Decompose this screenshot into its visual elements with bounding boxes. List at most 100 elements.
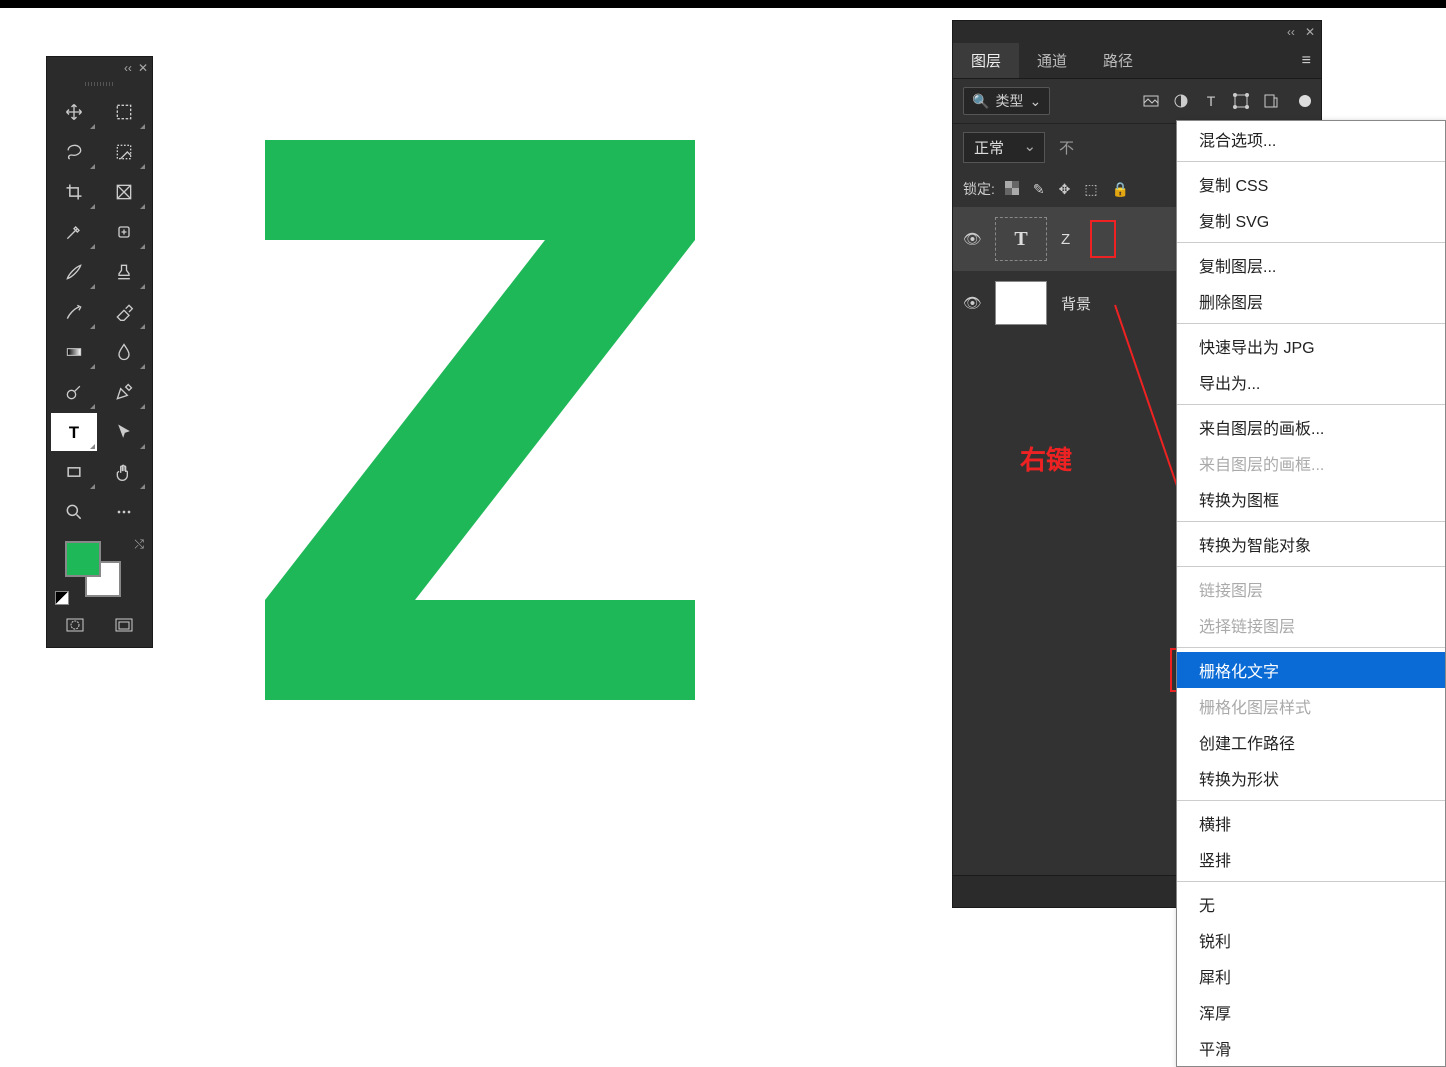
filter-label: 类型: [995, 91, 1023, 111]
layer-name: Z: [1061, 231, 1070, 248]
filter-smart-icon[interactable]: [1263, 93, 1279, 109]
filter-row: 🔍 类型 ⌄ T: [953, 79, 1321, 124]
tab-channels[interactable]: 通道: [1019, 43, 1085, 78]
menu-item[interactable]: 无: [1177, 886, 1445, 922]
type-tool[interactable]: T: [51, 413, 97, 451]
lock-pixels-icon[interactable]: ✎: [1033, 181, 1045, 198]
menu-item[interactable]: 复制图层...: [1177, 247, 1445, 283]
menu-separator: [1177, 161, 1445, 162]
layer-thumb: [995, 281, 1047, 325]
layer-context-menu: 混合选项... 复制 CSS复制 SVG 复制图层...删除图层快速导出为 JPG导…: [1176, 120, 1446, 1067]
menu-item[interactable]: 来自图层的画板...: [1177, 409, 1445, 445]
filter-dropdown[interactable]: 🔍 类型 ⌄: [963, 87, 1050, 115]
menu-item[interactable]: 复制 SVG: [1177, 202, 1445, 238]
dodge-tool[interactable]: [51, 373, 97, 411]
menu-item: 链接图层: [1177, 571, 1445, 607]
lock-transparency-icon[interactable]: [1005, 181, 1019, 198]
menu-item: 选择链接图层: [1177, 607, 1445, 643]
healing-brush-tool[interactable]: [101, 213, 147, 251]
canvas-content: [265, 140, 695, 700]
panel-header: ‹‹ ✕: [953, 21, 1321, 43]
tab-layers[interactable]: 图层: [953, 43, 1019, 78]
filter-shape-icon[interactable]: [1233, 93, 1249, 109]
blend-mode-dropdown[interactable]: 正常: [963, 132, 1045, 163]
history-brush-tool[interactable]: [51, 293, 97, 331]
visibility-toggle[interactable]: 👁: [963, 294, 981, 312]
filter-pixel-icon[interactable]: [1143, 93, 1159, 109]
move-tool[interactable]: [51, 93, 97, 131]
toolbox-panel: ‹‹ ✕ T ⤭: [46, 56, 153, 648]
lock-position-icon[interactable]: ✥: [1059, 181, 1071, 198]
lock-artboard-icon[interactable]: ⬚: [1084, 181, 1097, 198]
lock-all-icon[interactable]: 🔒: [1112, 181, 1129, 198]
layer-thumb: T: [995, 217, 1047, 261]
menu-item[interactable]: 犀利: [1177, 958, 1445, 994]
brush-tool[interactable]: [51, 253, 97, 291]
menu-item[interactable]: 栅格化文字: [1177, 652, 1445, 688]
menu-item[interactable]: 浑厚: [1177, 994, 1445, 1030]
menu-item[interactable]: 转换为智能对象: [1177, 526, 1445, 562]
menu-item[interactable]: 锐利: [1177, 922, 1445, 958]
path-select-tool[interactable]: [101, 413, 147, 451]
lock-label: 锁定:: [963, 179, 995, 199]
menu-separator: [1177, 404, 1445, 405]
panel-tabs: 图层 通道 路径 ≡: [953, 43, 1321, 79]
menu-item[interactable]: 快速导出为 JPG: [1177, 328, 1445, 364]
gradient-tool[interactable]: [51, 333, 97, 371]
blur-tool[interactable]: [101, 333, 147, 371]
menu-separator: [1177, 323, 1445, 324]
pen-tool[interactable]: [101, 373, 147, 411]
app-topbar: [0, 0, 1446, 8]
tab-paths[interactable]: 路径: [1085, 43, 1151, 78]
annotation-highlight: [1090, 220, 1116, 258]
default-colors-icon[interactable]: [55, 591, 69, 605]
collapse-icon[interactable]: ‹‹: [124, 61, 132, 75]
menu-separator: [1177, 566, 1445, 567]
menu-item[interactable]: 删除图层: [1177, 283, 1445, 319]
filter-type-icon[interactable]: T: [1203, 93, 1219, 109]
filter-adjust-icon[interactable]: [1173, 93, 1189, 109]
menu-separator: [1177, 521, 1445, 522]
rectangle-tool[interactable]: [51, 453, 97, 491]
close-icon[interactable]: ✕: [138, 61, 148, 75]
menu-item[interactable]: 转换为形状: [1177, 760, 1445, 796]
marquee-tool[interactable]: [101, 93, 147, 131]
search-icon: 🔍: [972, 93, 989, 110]
menu-item[interactable]: 横排: [1177, 805, 1445, 841]
toolbox-grip[interactable]: [47, 79, 152, 89]
lasso-tool[interactable]: [51, 133, 97, 171]
tool-grid: T: [47, 89, 152, 535]
toolbox-header: ‹‹ ✕: [47, 57, 152, 79]
menu-item[interactable]: 复制 CSS: [1177, 166, 1445, 202]
visibility-toggle[interactable]: 👁: [963, 230, 981, 248]
menu-separator: [1177, 881, 1445, 882]
menu-item[interactable]: 平滑: [1177, 1030, 1445, 1066]
foreground-color[interactable]: [65, 541, 101, 577]
screenmode-icon[interactable]: [102, 611, 147, 639]
stamp-tool[interactable]: [101, 253, 147, 291]
menu-separator: [1177, 242, 1445, 243]
panel-menu-icon[interactable]: ≡: [1292, 52, 1321, 70]
menu-item[interactable]: 转换为图框: [1177, 481, 1445, 517]
more-tool[interactable]: [101, 493, 147, 531]
menu-item[interactable]: 导出为...: [1177, 364, 1445, 400]
crop-tool[interactable]: [51, 173, 97, 211]
eyedropper-tool[interactable]: [51, 213, 97, 251]
zoom-tool[interactable]: [51, 493, 97, 531]
collapse-icon[interactable]: ‹‹: [1287, 25, 1295, 39]
menu-item[interactable]: 混合选项...: [1177, 121, 1445, 157]
svg-text:T: T: [69, 423, 79, 442]
hand-tool[interactable]: [101, 453, 147, 491]
menu-separator: [1177, 800, 1445, 801]
toolbox-bottom: [47, 607, 152, 647]
color-swatches: ⤭: [47, 535, 152, 607]
swap-colors-icon[interactable]: ⤭: [134, 537, 144, 552]
filter-toggle[interactable]: [1299, 95, 1311, 107]
menu-item[interactable]: 创建工作路径: [1177, 724, 1445, 760]
frame-tool[interactable]: [101, 173, 147, 211]
close-icon[interactable]: ✕: [1305, 25, 1315, 39]
quickmask-icon[interactable]: [53, 611, 98, 639]
eraser-tool[interactable]: [101, 293, 147, 331]
menu-item[interactable]: 竖排: [1177, 841, 1445, 877]
quick-select-tool[interactable]: [101, 133, 147, 171]
